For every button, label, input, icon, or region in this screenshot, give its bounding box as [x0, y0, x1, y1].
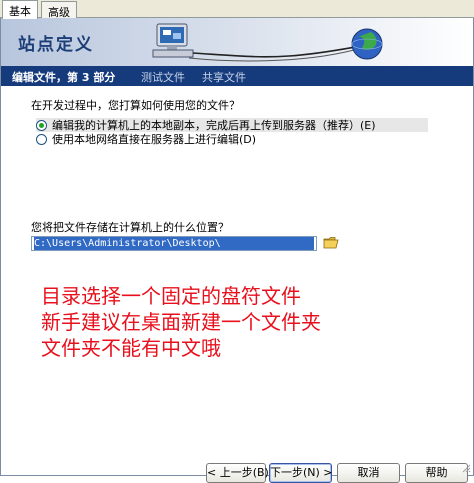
back-button[interactable]: < 上一步(B) [206, 463, 269, 483]
radio-local-copy[interactable] [36, 119, 47, 131]
step-share-files: 共享文件 [202, 71, 246, 84]
annotation-line-3: 文件夹不能有中文哦 [41, 336, 221, 360]
step-test-files: 测试文件 [141, 71, 185, 84]
tab-strip: 基本 高级 [0, 0, 474, 19]
annotation-note: 目录选择一个固定的盘符文件 新手建议在桌面新建一个文件夹 文件夹不能有中文哦 [41, 283, 321, 361]
tab-advanced[interactable]: 高级 [41, 1, 77, 19]
site-definition-panel: 站点定义 编辑文件，第 3 部分 测试文件 共享文件 在开发过程中，您打算如何使… [0, 18, 474, 483]
banner-title: 站点定义 [18, 35, 94, 55]
help-button[interactable]: 帮助 [405, 463, 468, 483]
wizard-step-bar: 编辑文件，第 3 部分 测试文件 共享文件 [1, 66, 473, 86]
option-local-copy[interactable]: 编辑我的计算机上的本地副本，完成后再上传到服务器（推荐）(E) [36, 118, 428, 132]
question-location-label: 您将把文件存储在计算机上的什么位置？ [31, 221, 229, 234]
step-current: 编辑文件，第 3 部分 [12, 71, 116, 84]
network-illustration-icon [152, 23, 383, 62]
question-usage-label: 在开发过程中，您打算如何使用您的文件？ [31, 99, 240, 112]
local-folder-value: C:\Users\Administrator\Desktop\ [34, 237, 314, 250]
banner: 站点定义 [1, 18, 473, 66]
resize-grip-icon[interactable] [461, 463, 471, 473]
tab-basic[interactable]: 基本 [2, 0, 38, 19]
folder-browse-icon[interactable] [323, 235, 341, 251]
option-edit-on-server-label: 使用本地网络直接在服务器上进行编辑(D) [52, 133, 257, 146]
radio-edit-on-server[interactable] [36, 133, 47, 145]
option-edit-on-server[interactable]: 使用本地网络直接在服务器上进行编辑(D) [36, 132, 428, 146]
next-button[interactable]: 下一步(N) > [269, 463, 333, 483]
local-folder-field[interactable]: C:\Users\Administrator\Desktop\ [31, 236, 317, 251]
cancel-button[interactable]: 取消 [337, 463, 400, 483]
annotation-line-2: 新手建议在桌面新建一个文件夹 [41, 310, 321, 334]
annotation-line-1: 目录选择一个固定的盘符文件 [41, 284, 301, 308]
